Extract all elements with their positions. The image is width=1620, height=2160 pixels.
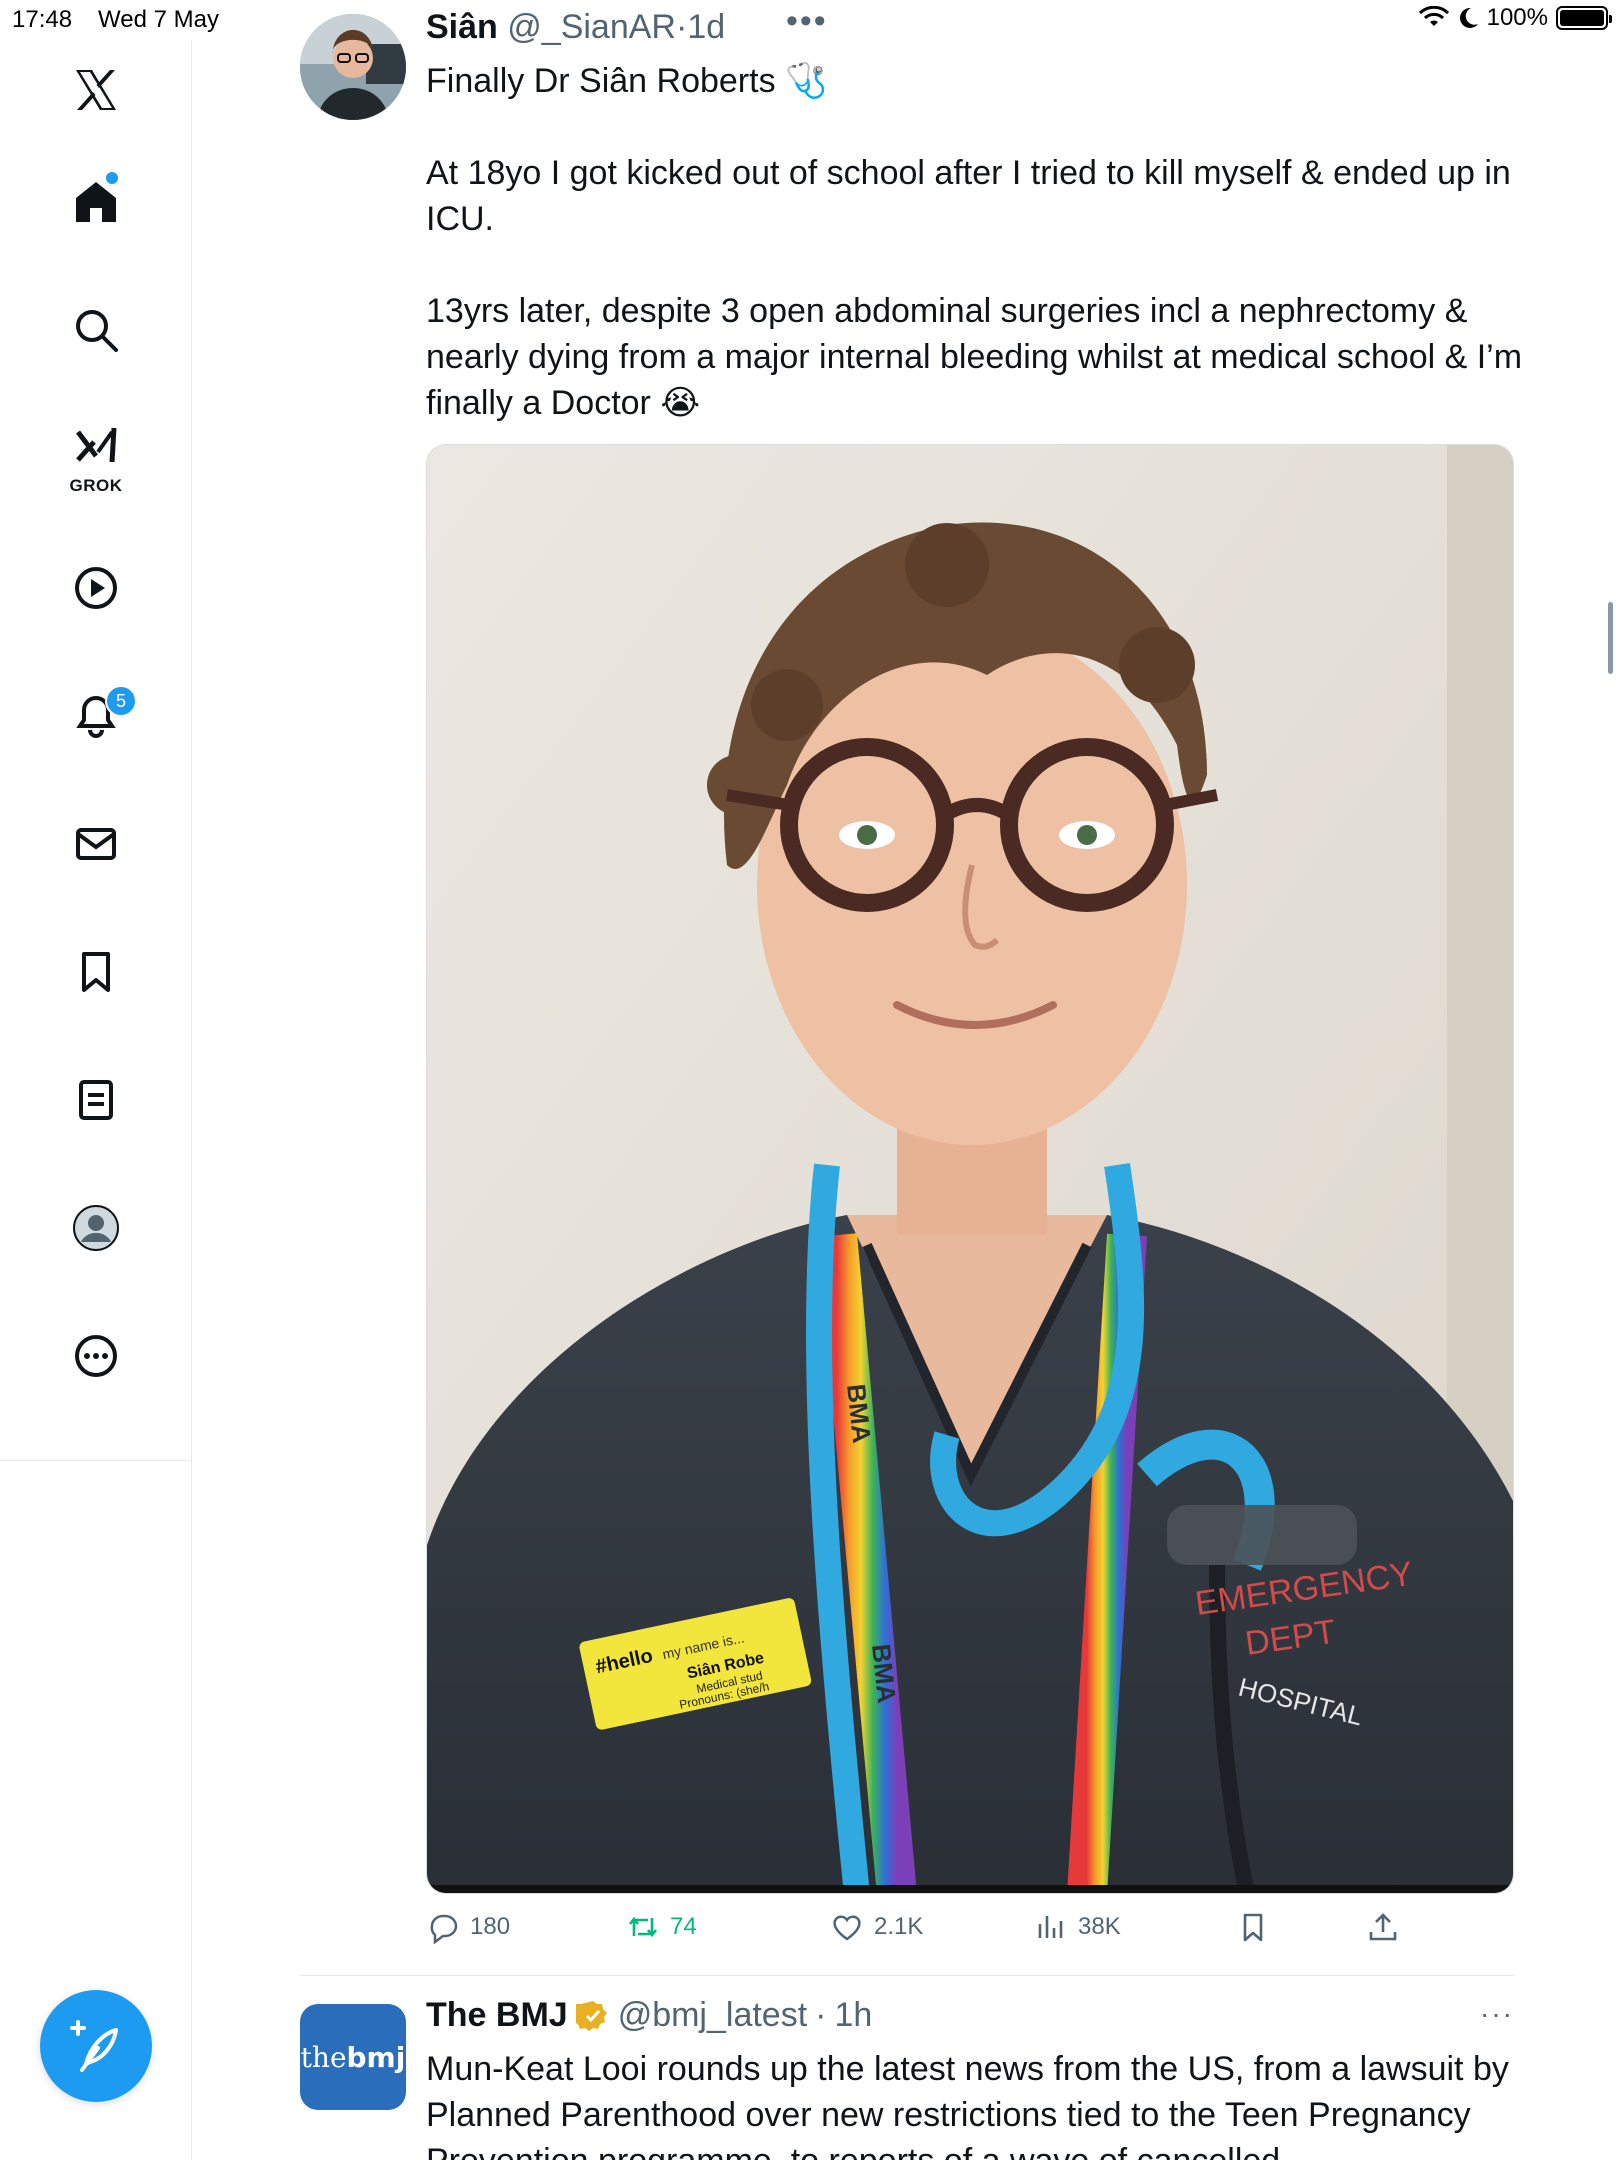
status-indicators: 100% (1418, 4, 1612, 32)
profile-avatar-icon[interactable] (56, 1188, 136, 1268)
scrollbar[interactable] (1608, 602, 1613, 674)
more-options-icon[interactable] (56, 1316, 136, 1396)
tweet2-separator: · (815, 1996, 827, 2034)
grok-icon[interactable] (56, 416, 136, 476)
reply-bubble-icon (430, 1914, 458, 1944)
lanyard-text-2: BMA (866, 1642, 902, 1704)
home-unread-dot (106, 172, 118, 184)
notifications-badge: 5 (105, 685, 137, 717)
views-bar-chart-icon (1038, 1916, 1063, 1938)
header-separator: · (675, 8, 688, 46)
x-logo-icon[interactable] (56, 50, 136, 130)
heart-icon (833, 1915, 861, 1941)
tweet-photo[interactable]: BMA BMA #hello my name is... Siân Robe M… (426, 444, 1514, 1894)
tweet-action-bar: 180 74 2.1K 38K (426, 1910, 1514, 1966)
moon-icon (1459, 7, 1478, 28)
views-button[interactable]: 38K (1034, 1910, 1121, 1944)
articles-icon[interactable] (56, 1060, 136, 1140)
tweet-more-options-button[interactable]: ••• (786, 2, 828, 41)
sidebar-divider (0, 1460, 192, 1461)
repost-button[interactable]: 74 (626, 1910, 697, 1944)
battery-icon (1556, 6, 1612, 30)
home-icon[interactable] (56, 162, 136, 242)
views-count: 38K (1078, 1913, 1121, 1940)
bookmark-button[interactable] (1236, 1910, 1270, 1944)
grok-label[interactable]: GROK (58, 476, 134, 496)
reply-button[interactable]: 180 (426, 1910, 510, 1944)
bmj-avatar-bmj: bmj (346, 2040, 406, 2074)
tweet-text: Finally Dr Siân Roberts 🩺 At 18yo I got … (426, 62, 1523, 422)
repost-icon (628, 1916, 658, 1938)
tweet2-handle[interactable]: @bmj_latest (618, 1996, 807, 2035)
tweet-header: Siân @_SianAR·1d (426, 8, 725, 47)
tweet2-timestamp[interactable]: 1h (835, 1996, 873, 2035)
tweet2-display-name[interactable]: The BMJ (426, 1996, 568, 2035)
like-count: 2.1K (874, 1913, 924, 1940)
share-button[interactable] (1366, 1910, 1400, 1944)
bookmarks-icon[interactable] (56, 932, 136, 1012)
messages-envelope-icon[interactable] (56, 804, 136, 884)
share-upload-icon (1369, 1913, 1397, 1941)
selfie-photo-illustration: BMA BMA #hello my name is... Siân Robe M… (427, 445, 1513, 1893)
tweet2-text: Mun-Keat Looi rounds up the latest news … (426, 2050, 1509, 2160)
verified-badge-icon (575, 2000, 607, 2031)
bmj-avatar[interactable]: the bmj (300, 2004, 406, 2110)
tweet2-header: The BMJ @bmj_latest · 1h (426, 1996, 872, 2035)
status-date: Wed 7 May (98, 6, 219, 33)
author-handle[interactable]: @_SianAR (507, 8, 676, 46)
feather-plus-icon (70, 2020, 118, 2072)
video-icon[interactable] (56, 548, 136, 628)
like-button[interactable]: 2.1K (830, 1910, 923, 1944)
search-icon[interactable] (56, 290, 136, 370)
wifi-icon (1418, 6, 1449, 26)
reply-count: 180 (470, 1913, 511, 1940)
author-avatar[interactable] (300, 14, 406, 120)
repost-count: 74 (670, 1913, 697, 1940)
tweet2-more-options-button[interactable]: ··· (1480, 1998, 1514, 2030)
bookmark-icon (1243, 1913, 1263, 1942)
compose-post-button[interactable] (40, 1990, 152, 2102)
bmj-avatar-the: the (300, 2040, 347, 2074)
tweet-timestamp[interactable]: 1d (687, 8, 725, 46)
tweet-divider (300, 1975, 1514, 1976)
status-time: 17:48 (12, 6, 73, 33)
battery-percent: 100% (1486, 4, 1548, 31)
author-display-name[interactable]: Siân (426, 8, 498, 46)
lanyard-text: BMA (841, 1382, 877, 1444)
